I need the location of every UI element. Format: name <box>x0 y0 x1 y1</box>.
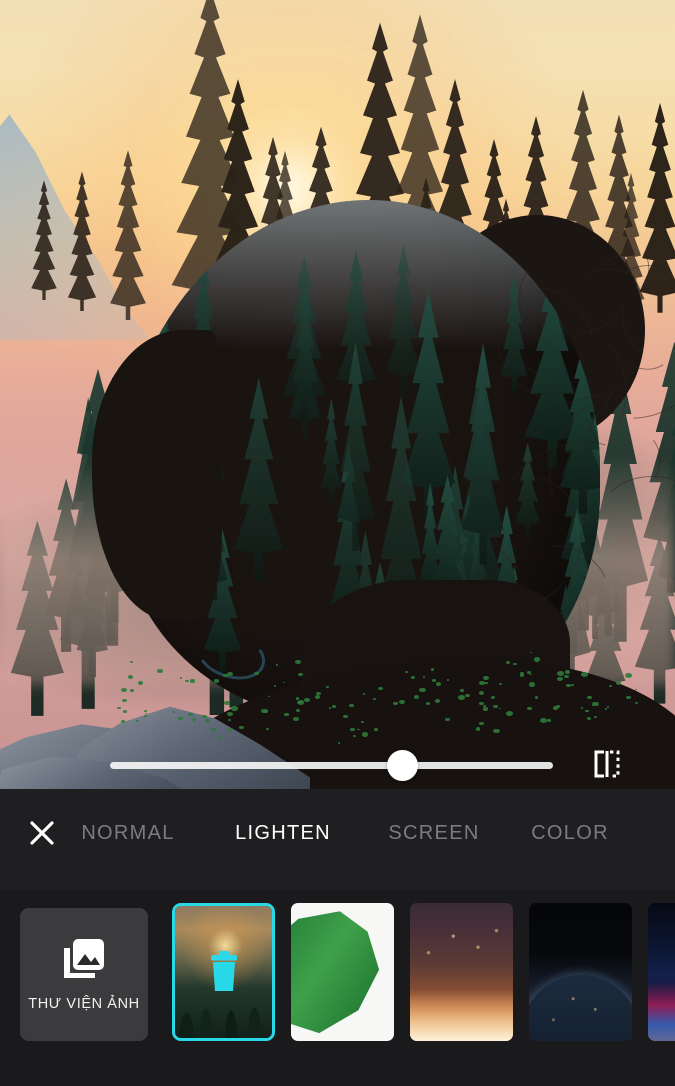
thumb-neon-city[interactable] <box>648 903 675 1041</box>
thumb-forest-sunset[interactable] <box>172 903 275 1041</box>
thumbnail-image <box>291 903 394 1041</box>
photo-editor-screen: NORMAL LIGHTEN SCREEN COLOR THƯ VIỆN ẢNH <box>0 0 675 1086</box>
slider-thumb[interactable] <box>387 750 418 781</box>
thumb-earth-space[interactable] <box>529 903 632 1041</box>
compare-before-after-icon[interactable] <box>583 740 631 788</box>
photo-library-icon <box>61 937 107 984</box>
blend-mode-tab-screen[interactable]: SCREEN <box>388 815 479 851</box>
overlay-thumbnail-strip[interactable]: THƯ VIỆN ẢNH <box>0 889 675 1086</box>
blend-mode-tab-lighten[interactable]: LIGHTEN <box>235 815 331 851</box>
close-icon[interactable] <box>20 811 64 855</box>
portrait-silhouette <box>0 0 675 789</box>
thumbnail-image <box>410 903 513 1041</box>
opacity-slider[interactable] <box>0 745 675 787</box>
thumb-green-leaf[interactable] <box>291 903 394 1041</box>
blend-mode-tab-color[interactable]: COLOR <box>531 815 609 851</box>
blend-mode-bar: NORMAL LIGHTEN SCREEN COLOR <box>0 789 675 889</box>
image-preview-canvas[interactable] <box>0 0 675 789</box>
gallery-button[interactable]: THƯ VIỆN ẢNH <box>20 908 148 1041</box>
face-profile <box>92 330 222 620</box>
thumbnail-image <box>648 903 675 1041</box>
blend-mode-tab-normal[interactable]: NORMAL <box>81 815 174 851</box>
slider-track[interactable] <box>110 762 553 769</box>
gallery-button-label: THƯ VIỆN ẢNH <box>28 996 139 1012</box>
thumbnail-image <box>529 903 632 1041</box>
thumb-city-night[interactable] <box>410 903 513 1041</box>
trash-icon[interactable] <box>175 906 272 1038</box>
